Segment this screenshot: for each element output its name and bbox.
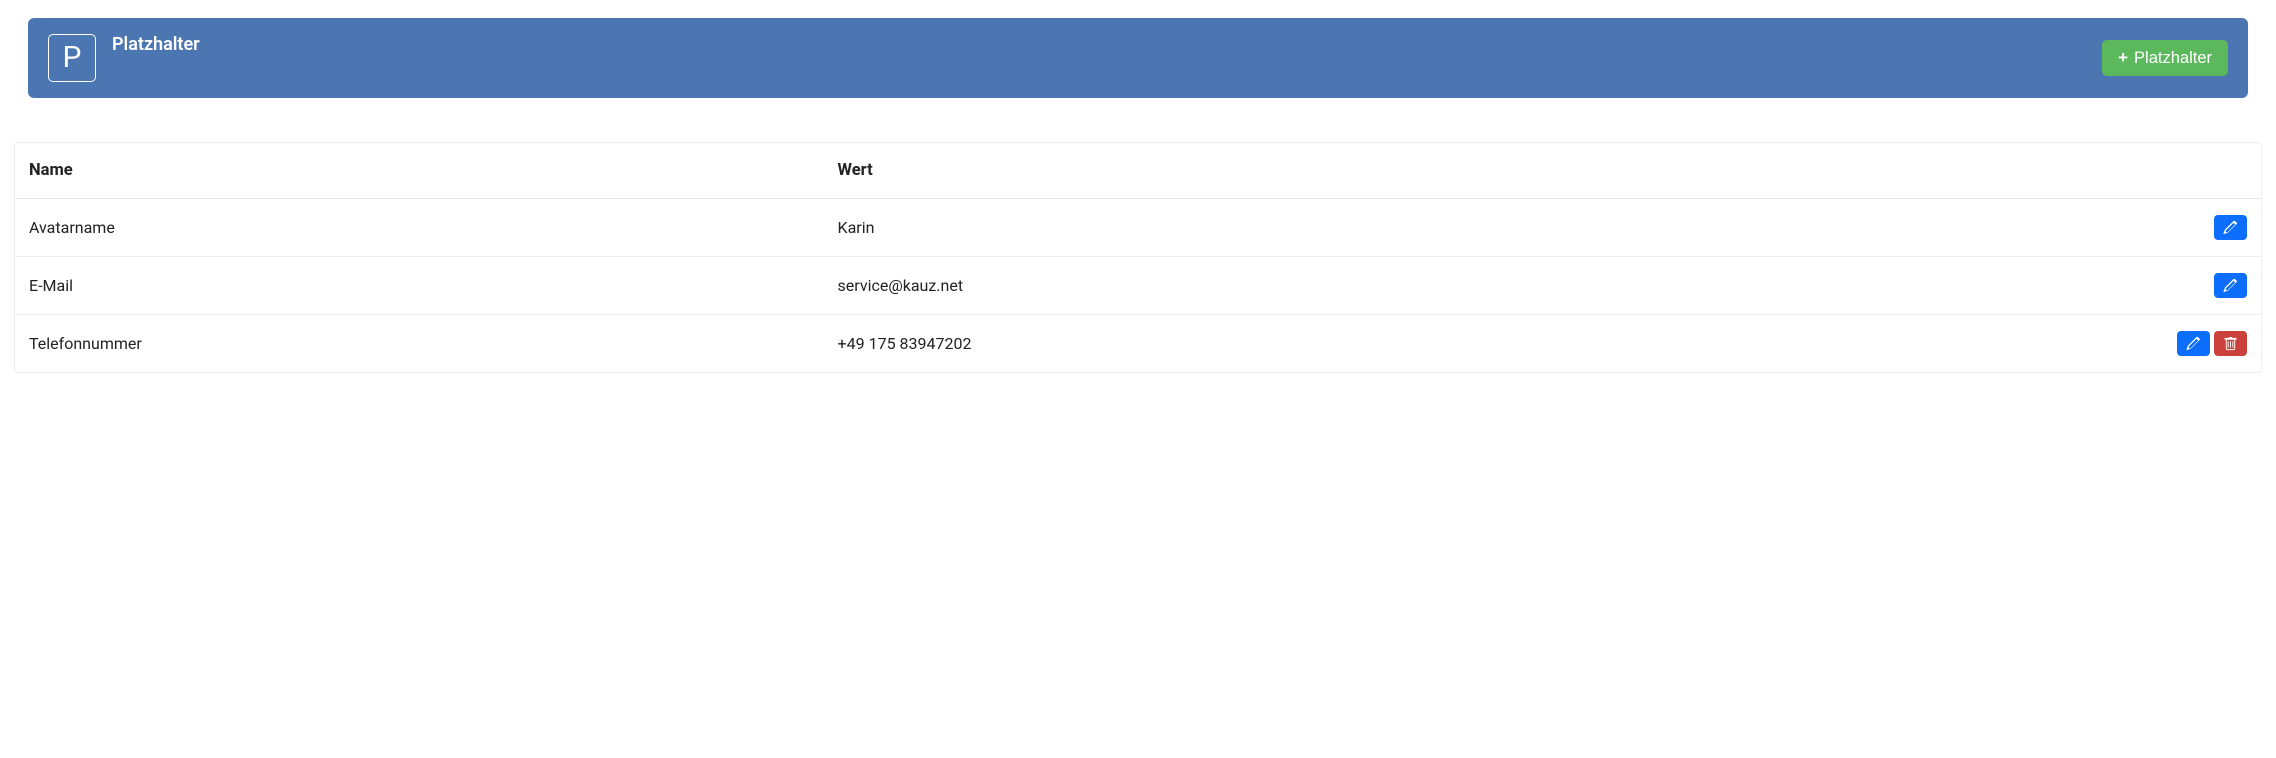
cell-value: Karin: [824, 199, 2037, 257]
placeholder-table-card: Name Wert AvatarnameKarinE-Mailservice@k…: [14, 142, 2262, 373]
plus-icon: +: [2118, 48, 2128, 68]
cell-name: Telefonnummer: [15, 315, 824, 373]
table-row: AvatarnameKarin: [15, 199, 2261, 257]
header-icon-letter: P: [63, 43, 82, 73]
cell-value: +49 175 83947202: [824, 315, 2037, 373]
placeholder-table: Name Wert AvatarnameKarinE-Mailservice@k…: [15, 143, 2261, 372]
add-placeholder-button[interactable]: + Platzhalter: [2102, 40, 2228, 76]
edit-button[interactable]: [2214, 215, 2247, 240]
header-left: P Platzhalter: [48, 34, 2102, 82]
cell-actions: [2036, 315, 2261, 373]
cell-actions: [2036, 199, 2261, 257]
column-header-actions: [2036, 143, 2261, 199]
edit-button[interactable]: [2177, 331, 2210, 356]
cell-value: service@kauz.net: [824, 257, 2037, 315]
column-header-value: Wert: [824, 143, 2037, 199]
pencil-icon: [2223, 220, 2238, 235]
column-header-name: Name: [15, 143, 824, 199]
cell-name: Avatarname: [15, 199, 824, 257]
cell-actions: [2036, 257, 2261, 315]
page-header: P Platzhalter + Platzhalter: [28, 18, 2248, 98]
page-title: Platzhalter: [112, 34, 200, 55]
header-icon: P: [48, 34, 96, 82]
add-placeholder-button-label: Platzhalter: [2134, 49, 2212, 68]
trash-icon: [2223, 336, 2238, 351]
pencil-icon: [2186, 336, 2201, 351]
cell-name: E-Mail: [15, 257, 824, 315]
table-row: E-Mailservice@kauz.net: [15, 257, 2261, 315]
edit-button[interactable]: [2214, 273, 2247, 298]
pencil-icon: [2223, 278, 2238, 293]
delete-button[interactable]: [2214, 331, 2247, 356]
table-row: Telefonnummer+49 175 83947202: [15, 315, 2261, 373]
